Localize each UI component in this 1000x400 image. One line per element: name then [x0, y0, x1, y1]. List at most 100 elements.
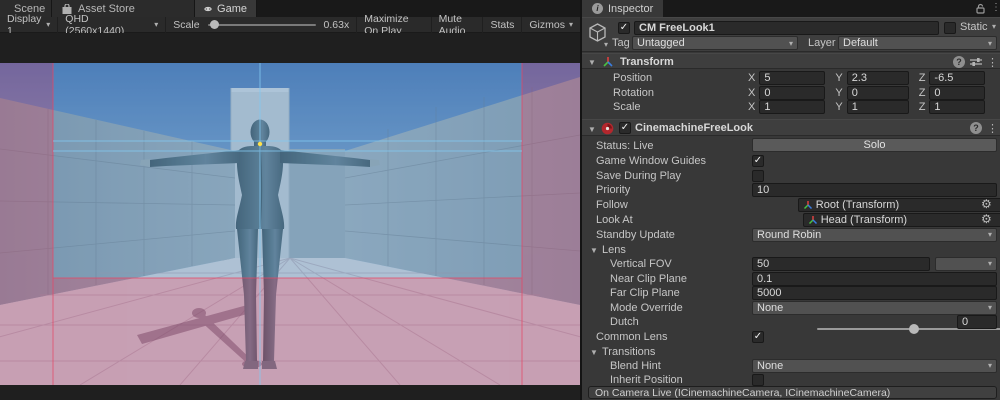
common-lens-row: Common Lens ✓: [582, 329, 1000, 344]
lock-icon[interactable]: [975, 3, 986, 14]
position-y-field[interactable]: 2.3: [847, 71, 909, 85]
rotation-z-value: 0: [934, 87, 940, 99]
gameobject-name-value: CM FreeLook1: [639, 22, 715, 34]
lookat-label: Look At: [596, 214, 633, 226]
priority-row: Priority 10: [582, 182, 1000, 197]
freelook-help-icon[interactable]: ?: [970, 122, 982, 134]
scale-z-field[interactable]: 1: [929, 100, 985, 114]
game-gamepad-icon: [204, 4, 212, 14]
scale-y-field[interactable]: 1: [847, 100, 909, 114]
transform-foldout-icon[interactable]: ▼: [588, 58, 596, 67]
gear-icon[interactable]: ⚙: [981, 197, 992, 211]
mode-override-dropdown[interactable]: None ▾: [752, 301, 997, 315]
chevron-down-icon: ▾: [46, 20, 50, 29]
position-row: Position X 5 Y 2.3 Z -6.5: [582, 70, 1000, 85]
solo-button-label: Solo: [863, 139, 885, 151]
position-z-field[interactable]: -6.5: [929, 71, 985, 85]
lookat-row: Look At Head (Transform) ⊙ ⚙: [582, 212, 1000, 227]
maximize-on-play-button[interactable]: Maximize On Play: [356, 17, 430, 33]
scale-x-field[interactable]: 1: [759, 100, 825, 114]
soft-zone-overlay: [53, 63, 522, 278]
transform-axes-icon: [803, 200, 813, 210]
lookat-object-field[interactable]: Head (Transform) ⊙: [803, 213, 1000, 227]
freelook-enabled-checkbox[interactable]: ✓: [619, 122, 631, 134]
rotation-label: Rotation: [613, 87, 748, 99]
axis-y-label: Y: [835, 87, 842, 99]
gameobject-header: ▾ ✓ CM FreeLook1 Static ▾ Tag Untagged ▾…: [582, 17, 1000, 52]
chevron-down-icon: ▾: [988, 303, 992, 312]
tab-game-label: Game: [217, 3, 247, 15]
transform-header[interactable]: ▼ Transform ? ⋮: [582, 53, 1000, 69]
tag-dropdown[interactable]: Untagged ▾: [632, 36, 798, 50]
near-clip-field[interactable]: 0.1: [752, 272, 997, 286]
fov-preset-dropdown[interactable]: ▾: [935, 257, 997, 271]
axis-z-label: Z: [919, 101, 926, 113]
position-x-value: 5: [764, 72, 770, 84]
follow-row: Follow Root (Transform) ⊙ ⚙: [582, 197, 1000, 212]
resolution-dropdown[interactable]: QHD (2560x1440) ▾: [58, 17, 166, 33]
freelook-menu-kebab-icon[interactable]: ⋮: [987, 122, 998, 135]
gameobject-name-field[interactable]: CM FreeLook1: [634, 21, 939, 35]
transitions-foldout-icon[interactable]: ▼: [590, 348, 598, 357]
game-toolbar: Display 1 ▾ QHD (2560x1440) ▾ Scale 0.63…: [0, 17, 580, 33]
gameobject-icon-caret[interactable]: ▾: [604, 40, 608, 49]
priority-label: Priority: [596, 184, 630, 196]
standby-update-dropdown[interactable]: Round Robin ▾: [752, 228, 997, 242]
rotation-z-field[interactable]: 0: [929, 86, 985, 100]
cinemachine-freelook-header[interactable]: ▼ ✓ CinemachineFreeLook ? ⋮: [582, 119, 1000, 136]
gameobject-active-checkbox[interactable]: ✓: [618, 22, 630, 34]
priority-field[interactable]: 10: [752, 183, 997, 197]
inspector-menu-kebab-icon[interactable]: ⋮: [991, 2, 1000, 13]
transitions-foldout-row[interactable]: ▼ Transitions: [582, 344, 1000, 359]
mode-override-row: Mode Override None ▾: [582, 300, 1000, 315]
vertical-fov-field[interactable]: 50: [752, 257, 930, 271]
rotation-y-field[interactable]: 0: [847, 86, 909, 100]
rotation-x-field[interactable]: 0: [759, 86, 825, 100]
static-checkbox[interactable]: [944, 22, 956, 34]
inherit-position-checkbox[interactable]: [752, 374, 764, 386]
position-y-value: 2.3: [852, 72, 867, 84]
game-window-guides-checkbox[interactable]: ✓: [752, 155, 764, 167]
layer-value: Default: [843, 37, 878, 49]
tab-inspector[interactable]: i Inspector: [582, 0, 663, 17]
axis-x-label: X: [748, 87, 755, 99]
common-lens-checkbox[interactable]: ✓: [752, 331, 764, 343]
transform-title: Transform: [620, 56, 674, 68]
scale-slider[interactable]: [208, 24, 316, 26]
solo-button[interactable]: Solo: [752, 138, 997, 152]
game-window-guides-row: Game Window Guides ✓: [582, 153, 1000, 168]
transform-presets-icon[interactable]: [970, 57, 982, 67]
follow-value: Root (Transform): [816, 199, 899, 211]
chevron-down-icon: ▾: [154, 20, 158, 29]
far-clip-field[interactable]: 5000: [752, 286, 997, 300]
scale-slider-knob[interactable]: [210, 20, 219, 29]
tab-game[interactable]: Game: [195, 0, 257, 17]
save-during-play-checkbox[interactable]: [752, 170, 764, 182]
far-clip-value: 5000: [757, 287, 781, 299]
freelook-foldout-icon[interactable]: ▼: [588, 125, 596, 134]
mute-audio-button[interactable]: Mute Audio: [431, 17, 483, 33]
dutch-field[interactable]: 0: [957, 315, 997, 329]
gizmos-dropdown[interactable]: Gizmos ▾: [521, 17, 580, 33]
blend-hint-value: None: [757, 360, 783, 372]
far-clip-label: Far Clip Plane: [610, 287, 680, 299]
display-dropdown[interactable]: Display 1 ▾: [0, 17, 58, 33]
lens-foldout-row[interactable]: ▼ Lens: [582, 242, 1000, 257]
blend-hint-dropdown[interactable]: None ▾: [752, 359, 997, 373]
vertical-fov-row: Vertical FOV 50 ▾: [582, 256, 1000, 271]
transform-help-icon[interactable]: ?: [953, 56, 965, 68]
transform-menu-kebab-icon[interactable]: ⋮: [987, 56, 998, 69]
follow-object-field[interactable]: Root (Transform) ⊙: [798, 198, 1000, 212]
cinemachine-icon: [601, 122, 614, 135]
scale-x-value: 1: [764, 101, 770, 113]
lens-foldout-icon[interactable]: ▼: [590, 246, 598, 255]
layer-dropdown[interactable]: Default ▾: [838, 36, 997, 50]
gear-icon[interactable]: ⚙: [981, 212, 992, 226]
static-dropdown-caret[interactable]: ▾: [992, 22, 996, 31]
stats-button[interactable]: Stats: [482, 17, 521, 33]
on-camera-live-box: On Camera Live (ICinemachineCamera, ICin…: [588, 386, 997, 399]
position-x-field[interactable]: 5: [759, 71, 825, 85]
inspector-tabstrip: i Inspector ⋮: [582, 0, 1000, 17]
game-window-guides-label: Game Window Guides: [596, 155, 706, 167]
transform-axes-icon: [808, 215, 818, 225]
